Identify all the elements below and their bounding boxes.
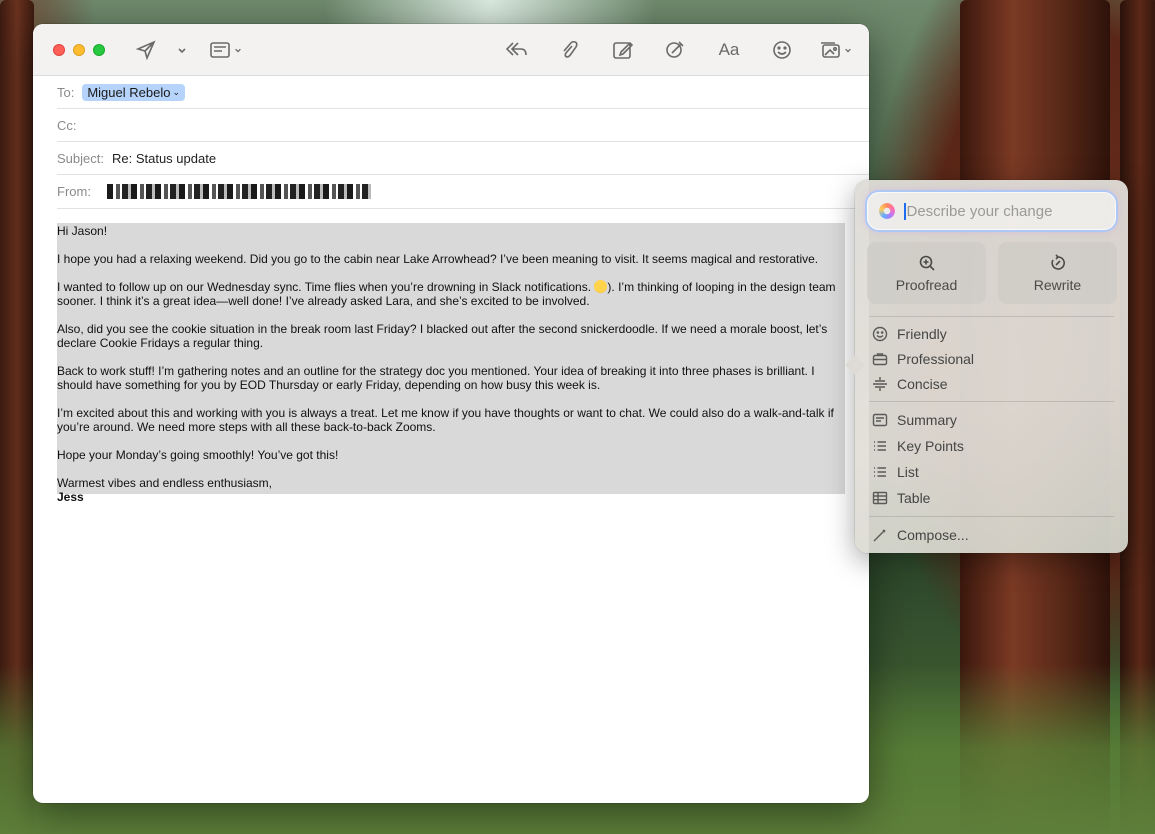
pencil-icon (873, 529, 886, 542)
writing-tools-icon[interactable] (663, 38, 687, 62)
divider (869, 516, 1114, 517)
markup-icon[interactable] (611, 38, 635, 62)
table-option[interactable]: Table (872, 487, 1116, 509)
recipient-chevron-icon[interactable]: ⌄ (172, 87, 180, 98)
key-points-icon (874, 441, 886, 451)
describe-change-input[interactable]: Describe your change (867, 192, 1116, 230)
subject-value[interactable]: Re: Status update (112, 151, 216, 166)
body-signature: Jess (57, 490, 84, 504)
list-label: List (897, 464, 919, 480)
subject-field-row[interactable]: Subject: Re: Status update (57, 142, 869, 175)
apple-intelligence-icon (879, 203, 895, 219)
compose-option[interactable]: Compose... (872, 524, 1116, 546)
to-label: To: (57, 84, 75, 100)
laughing-emoji-icon (594, 280, 608, 293)
professional-option[interactable]: Professional (872, 348, 1116, 370)
magnifier-icon (919, 255, 935, 271)
to-field-row[interactable]: To: Miguel Rebelo ⌄ (57, 76, 869, 109)
compose-label: Compose... (897, 527, 969, 543)
body-paragraph-2: I wanted to follow up on our Wednesday s… (57, 280, 845, 308)
key-points-option[interactable]: Key Points (872, 435, 1116, 457)
send-options-chevron-icon[interactable] (175, 38, 189, 62)
recipient-chip[interactable]: Miguel Rebelo ⌄ (82, 83, 185, 101)
cc-field-row[interactable]: Cc: (57, 109, 869, 142)
body-greeting: Hi Jason! (57, 224, 108, 238)
professional-label: Professional (897, 351, 975, 367)
compose-toolbar: Aa (33, 24, 869, 76)
subject-label: Subject: (57, 150, 104, 166)
rewrite-cycle-icon (1050, 253, 1065, 270)
reply-all-icon[interactable] (503, 38, 529, 62)
mail-compose-window: Aa To: Miguel Rebelo ⌄ Cc: Subject: Re: … (33, 24, 869, 803)
body-paragraph-4: Back to work stuff! I’m gathering notes … (57, 364, 815, 392)
describe-change-placeholder: Describe your change (906, 202, 1053, 220)
proofread-button[interactable]: Proofread (867, 242, 986, 304)
divider (869, 316, 1114, 317)
attachment-icon[interactable] (558, 38, 580, 62)
summary-option[interactable]: Summary (872, 409, 1116, 431)
smiley-icon (872, 326, 888, 342)
friendly-label: Friendly (897, 326, 947, 342)
email-body[interactable]: Hi Jason! I hope you had a relaxing week… (57, 223, 845, 504)
format-text-button[interactable]: Aa (717, 38, 741, 62)
proofread-label: Proofread (895, 276, 958, 293)
summary-label: Summary (897, 412, 957, 428)
header-fields-icon[interactable] (208, 38, 244, 62)
divider (869, 401, 1114, 402)
briefcase-icon (872, 353, 888, 366)
table-icon (872, 491, 888, 505)
list-icon (874, 467, 886, 477)
rewrite-label: Rewrite (1033, 276, 1082, 293)
compress-icon (873, 377, 887, 391)
send-icon[interactable] (135, 38, 157, 62)
writing-tools-panel: Describe your change Proofread Rewrite F… (845, 180, 1128, 553)
body-paragraph-6: Hope your Monday’s going smoothly! You’v… (57, 448, 339, 462)
rewrite-button[interactable]: Rewrite (998, 242, 1117, 304)
list-option[interactable]: List (872, 461, 1116, 483)
from-field-row[interactable]: From: (57, 175, 869, 209)
from-label: From: (57, 184, 91, 199)
body-paragraph-2-start: I wanted to follow up on our Wednesday s… (57, 280, 595, 294)
recipient-name: Miguel Rebelo (87, 84, 171, 100)
body-paragraph-3: Also, did you see the cookie situation i… (57, 322, 828, 350)
minimize-window-button[interactable] (73, 44, 85, 56)
concise-label: Concise (897, 376, 948, 392)
photo-browser-icon[interactable] (818, 38, 854, 62)
close-window-button[interactable] (53, 44, 65, 56)
body-closing: Warmest vibes and endless enthusiasm, (57, 476, 272, 490)
concise-option[interactable]: Concise (872, 373, 1116, 395)
friendly-option[interactable]: Friendly (872, 323, 1116, 345)
zoom-window-button[interactable] (93, 44, 105, 56)
emoji-icon[interactable] (771, 38, 793, 62)
summary-icon (872, 413, 888, 427)
body-paragraph-1: I hope you had a relaxing weekend. Did y… (57, 252, 819, 266)
body-paragraph-5: I’m excited about this and working with … (57, 406, 834, 434)
redacted-sender-address[interactable] (106, 184, 371, 199)
key-points-label: Key Points (897, 438, 964, 454)
table-label: Table (897, 490, 931, 506)
cc-label: Cc: (57, 117, 77, 133)
text-caret (904, 202, 906, 220)
